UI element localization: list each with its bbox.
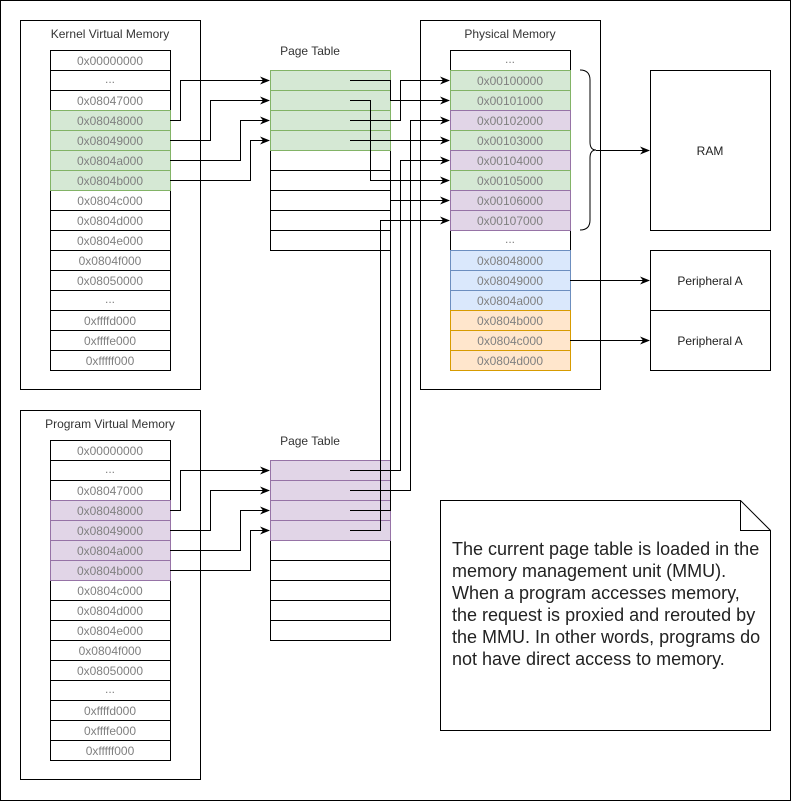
physical-row-address: 0x0804b000: [477, 314, 543, 328]
program-vm-row-address: 0x0804b000: [77, 564, 143, 578]
kernel-vm-row-address: 0x08048000: [77, 114, 143, 128]
physical-row-address: 0x00102000: [477, 114, 543, 128]
kernel-pt-row-cell: [270, 210, 391, 231]
kernel-vm-row-address: 0xffffd000: [84, 314, 136, 328]
peripheral-label-1: Peripheral A: [677, 274, 742, 288]
program-virtual-memory-title: Program Virtual Memory: [45, 417, 175, 431]
program-vm-row-address: ...: [105, 462, 115, 476]
kernel-vm-row-address: ...: [105, 72, 115, 86]
kernel-vm-row-address: 0x0804b000: [77, 174, 143, 188]
ram-label: RAM: [697, 144, 724, 158]
kernel-vm-row-address: 0x0804d000: [77, 214, 143, 228]
kernel-vm-row-address: 0xfffff000: [86, 354, 135, 368]
program-pt-row-cell: [270, 560, 391, 581]
program-pt-row-cell: [270, 620, 391, 641]
physical-row-address: 0x00100000: [477, 74, 543, 88]
kernel-vm-row-address: 0x08049000: [77, 134, 143, 148]
program-vm-row-address: 0x0804d000: [77, 604, 143, 618]
program-vm-row-address: 0xffffe000: [84, 724, 136, 738]
physical-row-address: 0x08048000: [477, 254, 543, 268]
program-vm-row-address: 0x0804a000: [77, 544, 143, 558]
physical-row-address: ...: [505, 52, 515, 66]
program-vm-row-address: ...: [105, 682, 115, 696]
kernel-pt-row-cell: [270, 150, 391, 171]
kernel-vm-row-address: 0x0804e000: [77, 234, 143, 248]
physical-row-address: 0x00104000: [477, 154, 543, 168]
kernel-vm-row-address: 0x0804c000: [77, 194, 143, 208]
kernel-vm-row-address: ...: [105, 292, 115, 306]
program-vm-row-address: 0xffffd000: [84, 704, 136, 718]
physical-row-address: 0x00101000: [477, 94, 543, 108]
kernel-virtual-memory-table: 0x00000000... 0x08047000 0x0804c000 0x0804d…: [50, 50, 171, 371]
kernel-vm-row-address: 0x0804f000: [79, 254, 142, 268]
kernel-pt-row-cell: [270, 230, 391, 251]
physical-row-address: 0x00103000: [477, 134, 543, 148]
program-vm-row-address: 0x0804e000: [77, 624, 143, 638]
program-vm-row-address: 0x08047000: [77, 484, 143, 498]
program-vm-row-address: 0x08048000: [77, 504, 143, 518]
mmu-note-text: The current page table is loaded in the …: [452, 539, 761, 669]
physical-memory-title: Physical Memory: [464, 27, 555, 41]
physical-row-address: ...: [505, 232, 515, 246]
program-pt-row-cell: [270, 580, 391, 601]
program-pt-row-cell: [270, 540, 391, 561]
memory-mapping-diagram: Kernel Virtual Memory Program Virtual Me…: [0, 0, 791, 801]
kernel-page-table: [270, 70, 391, 251]
kernel-vm-row-address: 0x08050000: [77, 274, 143, 288]
physical-row-address: 0x00106000: [477, 194, 543, 208]
kernel-vm-row-address: 0x08047000: [77, 94, 143, 108]
peripheral-label-2: Peripheral A: [677, 334, 742, 348]
physical-row-address: 0x08049000: [477, 274, 543, 288]
physical-row-address: 0x0804c000: [477, 334, 543, 348]
physical-memory-table: ...... 0x00100000 0x00101000 0x00102000 0x00…: [450, 50, 571, 371]
physical-row-address: 0x0804d000: [477, 354, 543, 368]
kernel-page-table-title: Page Table: [280, 44, 340, 58]
kernel-virtual-memory-title: Kernel Virtual Memory: [51, 27, 170, 41]
kernel-vm-row-address: 0x00000000: [77, 54, 143, 68]
kernel-vm-row-address: 0xffffe000: [84, 334, 136, 348]
kernel-vm-row-address: 0x0804a000: [77, 154, 143, 168]
program-vm-row-address: 0x08050000: [77, 664, 143, 678]
program-page-table: [270, 460, 391, 641]
program-vm-row-address: 0x08049000: [77, 524, 143, 538]
physical-row-address: 0x0804a000: [477, 294, 543, 308]
program-vm-row-address: 0x00000000: [77, 444, 143, 458]
program-page-table-title: Page Table: [280, 434, 340, 448]
program-pt-row-cell: [270, 600, 391, 621]
physical-row-address: 0x00105000: [477, 174, 543, 188]
program-vm-row-address: 0x0804f000: [79, 644, 142, 658]
program-vm-row-address: 0xfffff000: [86, 744, 135, 758]
program-vm-row-address: 0x0804c000: [77, 584, 143, 598]
program-virtual-memory-table: 0x00000000... 0x08047000 0x0804c000 0x0804d…: [50, 440, 171, 761]
kernel-pt-row-cell: [270, 190, 391, 211]
physical-row-address: 0x00107000: [477, 214, 543, 228]
kernel-pt-row-cell: [270, 90, 391, 111]
